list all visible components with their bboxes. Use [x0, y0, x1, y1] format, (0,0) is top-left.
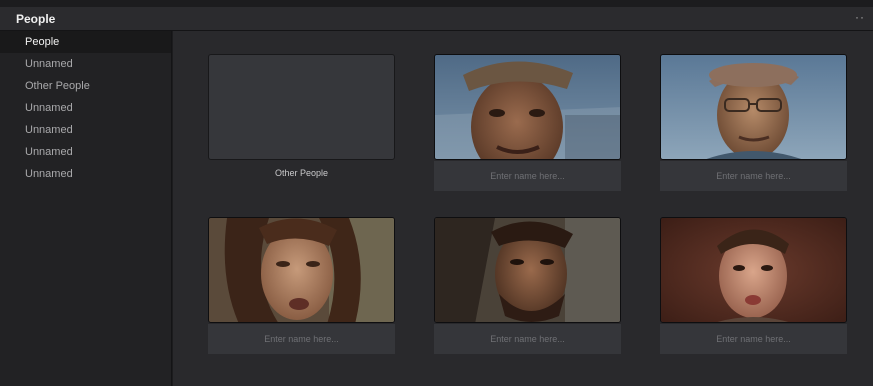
sidebar-item-unnamed[interactable]: Unnamed: [0, 97, 171, 119]
name-input[interactable]: [434, 324, 621, 354]
people-window: People ·· People Unnamed Other People Un…: [0, 0, 873, 386]
face-thumbnail[interactable]: [208, 217, 395, 323]
sidebar-item-unnamed[interactable]: Unnamed: [0, 119, 171, 141]
name-input[interactable]: [660, 161, 847, 191]
person-card[interactable]: [434, 217, 621, 354]
person-caption: Other People: [274, 168, 329, 178]
person-card[interactable]: [208, 217, 395, 354]
more-dots-icon[interactable]: ··: [855, 10, 865, 24]
face-thumbnail[interactable]: [434, 217, 621, 323]
name-input[interactable]: [434, 161, 621, 191]
sidebar-item-people[interactable]: People: [0, 31, 171, 53]
sidebar-item-other-people[interactable]: Other People: [0, 75, 171, 97]
person-card[interactable]: [660, 217, 847, 354]
person-card[interactable]: [660, 54, 847, 191]
window-title: People: [16, 12, 56, 26]
people-sidebar: People Unnamed Other People Unnamed Unna…: [0, 31, 172, 386]
name-input[interactable]: [660, 324, 847, 354]
name-input[interactable]: [208, 324, 395, 354]
sidebar-item-unnamed[interactable]: Unnamed: [0, 53, 171, 75]
face-thumbnail-empty[interactable]: [208, 54, 395, 160]
sidebar-item-unnamed[interactable]: Unnamed: [0, 163, 171, 185]
face-thumbnail[interactable]: [660, 54, 847, 160]
sidebar-item-unnamed[interactable]: Unnamed: [0, 141, 171, 163]
title-bar: People ··: [0, 7, 873, 31]
face-thumbnail[interactable]: [434, 54, 621, 160]
face-thumbnail[interactable]: [660, 217, 847, 323]
face-grid: Other People: [173, 31, 873, 386]
person-card[interactable]: [434, 54, 621, 191]
person-card-other-people[interactable]: Other People: [208, 54, 395, 178]
